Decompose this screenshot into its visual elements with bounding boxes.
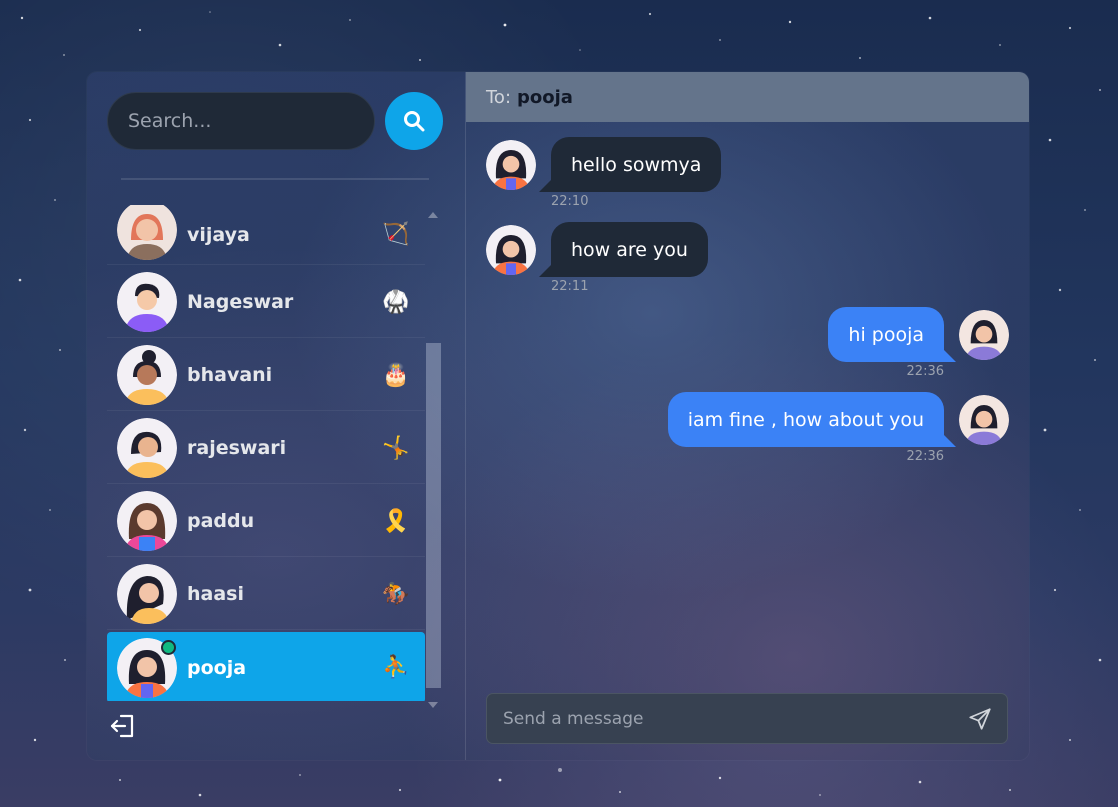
message-time: 22:36 (906, 449, 944, 464)
message-time: 22:36 (906, 364, 944, 379)
message-outgoing: hi pooja (828, 307, 1009, 362)
contact-name: pooja (187, 656, 247, 679)
avatar (117, 205, 177, 260)
avatar (117, 564, 177, 624)
recipient-name: pooja (517, 86, 573, 108)
avatar (486, 224, 536, 275)
contact-paddu[interactable]: paddu 🎗️ (107, 486, 425, 557)
contact-name: Nageswar (187, 291, 294, 313)
message-composer (486, 693, 1008, 744)
avatar (117, 491, 177, 551)
message-input[interactable] (501, 707, 967, 730)
scroll-up-arrow[interactable] (428, 212, 438, 218)
message-bubble: hi pooja (828, 307, 956, 362)
avatar (959, 309, 1009, 360)
send-icon[interactable] (967, 706, 993, 732)
contact-nageswar[interactable]: Nageswar 🥋 (107, 267, 425, 338)
contact-list[interactable]: vijaya 🏹 Nageswar 🥋 bhavani 🎂 rajeswari … (107, 205, 425, 701)
cartwheel-icon: 🤸 (382, 435, 410, 461)
contact-haasi[interactable]: haasi 🏇 (107, 559, 425, 630)
contact-name: haasi (187, 583, 244, 605)
message-bubble: how are you (539, 222, 708, 277)
basketball-player-icon: ⛹️ (382, 655, 410, 680)
message-outgoing: iam fine , how about you (667, 392, 1009, 447)
message-incoming: how are you (486, 222, 708, 277)
bow-and-arrow-icon: 🏹 (382, 222, 410, 247)
search-icon (404, 111, 425, 132)
ribbon-icon: 🎗️ (382, 508, 410, 534)
search-button[interactable] (385, 92, 443, 150)
message-bubble: iam fine , how about you (667, 392, 957, 447)
search-row (107, 92, 443, 150)
contact-list-scrollbar[interactable] (425, 212, 441, 708)
message-incoming: hello sowmya (486, 137, 722, 192)
contact-name: rajeswari (187, 437, 287, 459)
sidebar: vijaya 🏹 Nageswar 🥋 bhavani 🎂 (87, 72, 466, 760)
chat-panel: To: pooja hello sowmya 22:10 how are you… (466, 72, 1029, 760)
contact-name: vijaya (187, 223, 250, 246)
avatar (486, 139, 536, 190)
message-time: 22:10 (551, 194, 589, 209)
online-status-dot (161, 640, 176, 655)
contact-bhavani[interactable]: bhavani 🎂 (107, 340, 425, 411)
avatar (117, 418, 177, 478)
birthday-cake-icon: 🎂 (382, 362, 410, 388)
avatar (959, 394, 1009, 445)
contact-pooja[interactable]: pooja ⛹️ (107, 632, 425, 701)
horse-racing-icon: 🏇 (382, 581, 410, 607)
message-bubble: hello sowmya (538, 137, 722, 192)
message-time: 22:11 (551, 279, 589, 294)
avatar (117, 345, 177, 405)
scrollbar-thumb[interactable] (426, 343, 441, 688)
avatar (117, 272, 177, 332)
martial-arts-uniform-icon: 🥋 (382, 289, 410, 315)
sidebar-divider (121, 178, 429, 180)
contact-vijaya[interactable]: vijaya 🏹 (107, 205, 425, 265)
logout-icon[interactable] (109, 712, 137, 740)
chat-header: To: pooja (466, 72, 1029, 122)
contact-rajeswari[interactable]: rajeswari 🤸 (107, 413, 425, 484)
contact-name: paddu (187, 510, 255, 532)
contact-name: bhavani (187, 364, 273, 386)
to-label: To: (486, 86, 512, 108)
scroll-down-arrow[interactable] (428, 702, 438, 708)
chat-app-window: vijaya 🏹 Nageswar 🥋 bhavani 🎂 (87, 72, 1029, 760)
search-input[interactable] (107, 92, 375, 150)
